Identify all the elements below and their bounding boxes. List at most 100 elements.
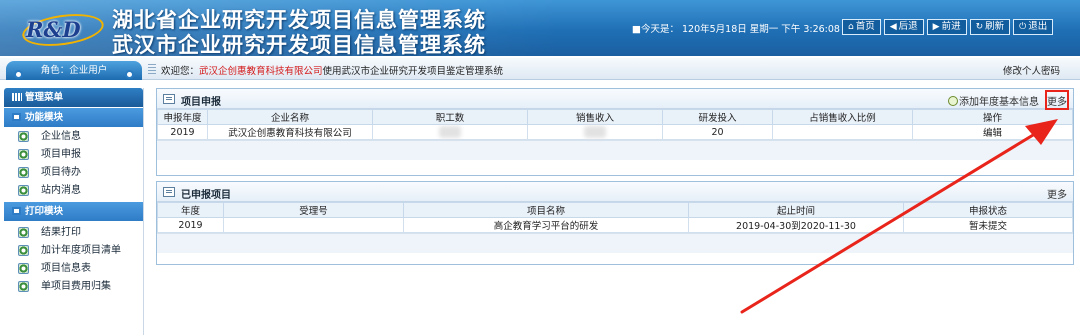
home-icon: ⌂ (848, 22, 854, 32)
sidebar-item-project-todo[interactable]: 项目待办 (4, 163, 143, 181)
app-header: R&D 湖北省企业研究开发项目信息管理系统 武汉市企业研究开发项目信息管理系统 … (0, 0, 1080, 56)
sidebar-item-label: 站内消息 (41, 185, 81, 196)
panel-list-icon (163, 94, 175, 104)
refresh-label: 刷新 (985, 21, 1005, 32)
cell-period: 2019-04-30到2020-11-30 (688, 217, 904, 233)
section-function-modules[interactable]: 功能模块 (4, 108, 143, 127)
home-label: 首页 (855, 21, 875, 32)
more-link[interactable]: 更多 (1047, 186, 1067, 201)
bullet-icon (18, 281, 29, 292)
bullet-icon (18, 245, 29, 256)
change-password-link[interactable]: 修改个人密码 (1003, 63, 1060, 77)
forward-button[interactable]: ▶ 前进 (926, 19, 967, 35)
panel-footer (157, 233, 1073, 253)
refresh-icon: ↻ (975, 22, 984, 32)
cell-company: 武汉企创惠教育科技有限公司 (207, 124, 373, 140)
power-icon: ⏻ (1019, 22, 1027, 32)
table-header-row: 年度 受理号 项目名称 起止时间 申报状态 (157, 202, 1073, 218)
section-print-modules[interactable]: 打印模块 (4, 202, 143, 221)
column-header: 项目名称 (403, 202, 689, 218)
bullet-icon (18, 263, 29, 274)
project-declare-table: 申报年度 企业名称 职工数 销售收入 研发投入 占销售收入比例 操作 2019 … (157, 109, 1073, 140)
sidebar-item-label: 项目待办 (41, 167, 81, 178)
home-button[interactable]: ⌂ 首页 (842, 19, 881, 35)
column-header: 职工数 (372, 109, 528, 125)
column-header: 研发投入 (662, 109, 773, 125)
role-label: 角色：企业用户 (40, 65, 108, 76)
rd-logo: R&D (20, 9, 106, 51)
redacted-value (439, 126, 461, 138)
column-header: 占销售收入比例 (772, 109, 913, 125)
section-title: 功能模块 (25, 112, 64, 123)
today-datetime: ■今天是： 120年5月18日 星期一 下午 3:26:08 (632, 24, 840, 35)
role-tab: 角色：企业用户 (6, 61, 142, 80)
bullet-icon (18, 131, 29, 142)
cell-year: 2019 (157, 217, 224, 233)
menu-bars-icon (12, 93, 22, 101)
panel-title: 已申报项目 (181, 190, 231, 201)
sidebar-item-label: 单项目费用归集 (41, 281, 111, 292)
section-icon (12, 207, 21, 215)
column-header: 起止时间 (688, 202, 904, 218)
sidebar-item-expense-collection[interactable]: 单项目费用归集 (4, 277, 143, 295)
panel-header: 项目申报 添加年度基本信息 更多 (157, 89, 1073, 110)
sidebar-item-project-declare[interactable]: 项目申报 (4, 145, 143, 163)
table-row[interactable]: 2019 高企教育学习平台的研发 2019-04-30到2020-11-30 暂… (157, 217, 1073, 233)
bullet-icon (18, 227, 29, 238)
column-header: 操作 (912, 109, 1073, 125)
column-header: 申报年度 (157, 109, 208, 125)
sidebar-item-site-messages[interactable]: 站内消息 (4, 181, 143, 199)
cell-project-name[interactable]: 高企教育学习平台的研发 (403, 217, 689, 233)
cell-status: 暂未提交 (903, 217, 1073, 233)
welcome-bar: 角色：企业用户 欢迎您：武汉企创惠教育科技有限公司使用武汉市企业研究开发项目鉴定… (0, 58, 1080, 80)
cell-staff (372, 124, 528, 140)
cell-sales (527, 124, 663, 140)
add-info-label: 添加年度基本信息 (959, 97, 1039, 108)
sidebar-item-annual-project-list[interactable]: 加计年度项目清单 (4, 241, 143, 259)
annotation-highlight-box (1045, 90, 1069, 110)
column-header: 年度 (157, 202, 224, 218)
add-annual-info-link[interactable]: 添加年度基本信息 (948, 93, 1039, 108)
declared-projects-panel: 已申报项目 更多 年度 受理号 项目名称 起止时间 申报状态 2019 高企教育… (156, 181, 1074, 265)
sidebar-item-result-print[interactable]: 结果打印 (4, 221, 143, 241)
column-header: 申报状态 (903, 202, 1073, 218)
splitter-grip-icon[interactable] (148, 64, 156, 74)
sidebar-item-label: 企业信息 (41, 131, 81, 142)
cell-year: 2019 (157, 124, 208, 140)
welcome-suffix: 使用武汉市企业研究开发项目鉴定管理系统 (322, 66, 504, 77)
sidebar-item-label: 项目信息表 (41, 263, 91, 274)
declared-projects-table: 年度 受理号 项目名称 起止时间 申报状态 2019 高企教育学习平台的研发 2… (157, 202, 1073, 233)
table-row: 2019 武汉企创惠教育科技有限公司 20 编辑 (157, 124, 1073, 140)
section-title: 打印模块 (25, 206, 64, 217)
back-label: 后退 (898, 21, 918, 32)
back-arrow-icon: ◀ (889, 22, 897, 32)
welcome-prefix: 欢迎您： (161, 66, 200, 77)
forward-arrow-icon: ▶ (932, 22, 940, 32)
add-icon (948, 96, 958, 106)
panel-list-icon (163, 187, 175, 197)
back-button[interactable]: ◀ 后退 (883, 19, 924, 35)
sidebar-item-company-info[interactable]: 企业信息 (4, 127, 143, 145)
sidebar-item-project-info-sheet[interactable]: 项目信息表 (4, 259, 143, 277)
bullet-icon (18, 167, 29, 178)
refresh-button[interactable]: ↻ 刷新 (969, 19, 1011, 35)
logout-label: 退出 (1028, 21, 1048, 32)
cell-accept-no (223, 217, 404, 233)
table-header-row: 申报年度 企业名称 职工数 销售收入 研发投入 占销售收入比例 操作 (157, 109, 1073, 125)
sidebar: 管理菜单 功能模块 企业信息 项目申报 项目待办 站内消息 打印模块 结果打印 … (4, 88, 144, 335)
section-icon (12, 113, 21, 121)
pin-left-icon (14, 70, 23, 79)
pin-right-icon (125, 70, 134, 79)
column-header: 销售收入 (527, 109, 663, 125)
sidebar-item-label: 结果打印 (41, 227, 81, 238)
sidebar-item-label: 加计年度项目清单 (41, 245, 121, 256)
panel-header: 已申报项目 更多 (157, 182, 1073, 202)
panel-footer (157, 140, 1073, 160)
welcome-text: 欢迎您：武汉企创惠教育科技有限公司使用武汉市企业研究开发项目鉴定管理系统 (161, 63, 503, 77)
column-header: 受理号 (223, 202, 404, 218)
logout-button[interactable]: ⏻ 退出 (1013, 19, 1054, 35)
bullet-icon (18, 149, 29, 160)
edit-link[interactable]: 编辑 (912, 124, 1073, 140)
bullet-icon (18, 185, 29, 196)
menu-title: 管理菜单 (25, 92, 64, 103)
